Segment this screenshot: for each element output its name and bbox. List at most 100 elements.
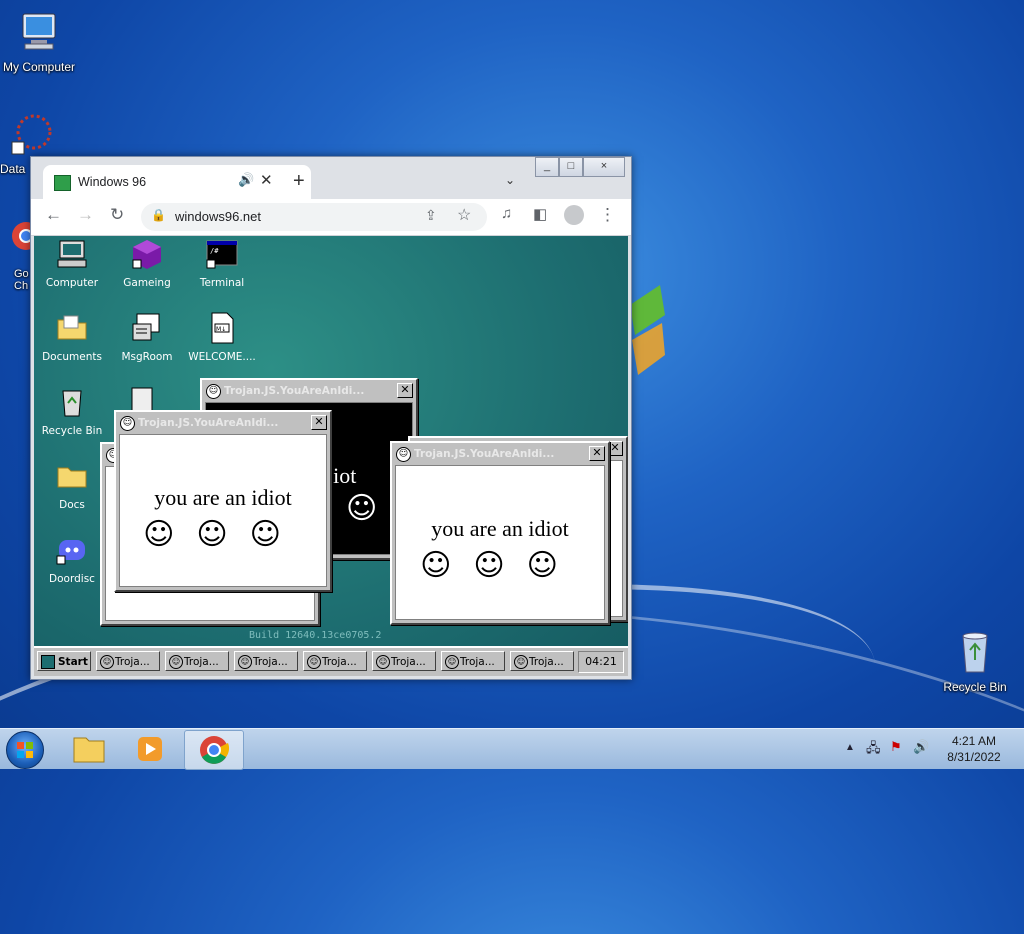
- clock-date: 8/31/2022: [947, 750, 1001, 764]
- task-label: Troja...: [460, 656, 495, 668]
- w96-icon-docs[interactable]: Docs: [34, 460, 110, 511]
- smiley-icon: ☺: [445, 655, 459, 669]
- smiley-icon: ☺: [238, 655, 252, 669]
- task-label: Troja...: [322, 656, 357, 668]
- dialog-titlebar[interactable]: ☺ Trojan.JS.YouAreAnIdi... ✕: [204, 382, 414, 400]
- volume-icon[interactable]: 🔊: [913, 739, 929, 755]
- dialog-body: you are an idiot ☺☺☺: [119, 434, 327, 587]
- network-icon[interactable]: 🖧: [866, 739, 881, 761]
- taskbar-explorer[interactable]: [60, 730, 118, 768]
- maximize-button[interactable]: □: [559, 157, 583, 177]
- taskbar-media-player[interactable]: [122, 730, 180, 768]
- w96-icon-label: Documents: [42, 351, 102, 363]
- smiley-row: ☺☺☺: [143, 517, 303, 552]
- w96-icon-recycle-bin[interactable]: Recycle Bin: [34, 386, 110, 437]
- w96-icon-label: Recycle Bin: [41, 425, 103, 437]
- start-orb-button[interactable]: [6, 731, 44, 769]
- desktop-icon-recycle-bin[interactable]: Recycle Bin: [932, 630, 1018, 694]
- windows96-favicon-icon: [54, 175, 71, 191]
- w96-task-item[interactable]: ☺ Troja...: [441, 651, 505, 671]
- dialog-titlebar[interactable]: ☺ Trojan.JS.YouAreAnIdi... ✕: [394, 445, 606, 463]
- show-hidden-icons-button[interactable]: ▲: [845, 742, 855, 753]
- computer-icon: [57, 240, 87, 268]
- bookmark-star-icon[interactable]: ☆: [457, 205, 471, 225]
- chrome-icon: [200, 736, 230, 764]
- lock-icon[interactable]: 🔒: [151, 208, 166, 222]
- menu-kebab-icon[interactable]: ⋮: [599, 205, 616, 225]
- speaker-icon[interactable]: 🔊: [238, 172, 254, 188]
- w96-icon-label: Doordisc: [49, 573, 95, 585]
- recycle-bin-icon: [962, 632, 988, 673]
- w96-taskbar: Start ☺ Troja... ☺ Troja... ☺ Troja... ☺ Tro…: [34, 646, 628, 676]
- folder-icon: [73, 737, 105, 763]
- w96-task-item[interactable]: ☺ Troja...: [234, 651, 298, 671]
- back-icon[interactable]: ←: [45, 205, 62, 225]
- windows96-desktop: Computer Gameing /# Terminal Documents M…: [34, 236, 628, 676]
- profile-avatar-icon[interactable]: [564, 205, 584, 225]
- w96-icon-gameing[interactable]: Gameing: [109, 238, 185, 289]
- address-bar[interactable]: 🔒 windows96.net ⇪ ☆: [141, 203, 487, 231]
- w96-icon-documents[interactable]: Documents: [34, 312, 110, 363]
- windows96-logo-icon: [41, 655, 55, 669]
- dialog-title: Trojan.JS.YouAreAnIdi...: [224, 385, 365, 397]
- close-window-button[interactable]: ×: [583, 157, 625, 177]
- side-panel-icon[interactable]: ◧: [533, 205, 547, 223]
- media-control-icon[interactable]: ♫: [501, 205, 512, 222]
- tab-bar: _ □ × Windows 96 🔊 ✕ + ⌄: [31, 157, 631, 199]
- w96-task-item[interactable]: ☺ Troja...: [96, 651, 160, 671]
- reload-icon[interactable]: ↻: [110, 205, 124, 225]
- w96-task-item[interactable]: ☺ Troja...: [303, 651, 367, 671]
- dialog-titlebar[interactable]: ☺ Trojan.JS.YouAreAnIdi... ✕: [118, 414, 328, 432]
- w96-icon-label: MsgRoom: [121, 351, 173, 363]
- taskbar-chrome[interactable]: [184, 730, 244, 770]
- build-label: Build 12640.13ce0705.2: [249, 630, 382, 641]
- browser-window: _ □ × Windows 96 🔊 ✕ + ⌄ ← → ↻ 🔒 windows…: [30, 156, 632, 680]
- tab-close-icon[interactable]: ✕: [260, 171, 273, 189]
- clock-time: 4:21 AM: [951, 734, 997, 748]
- url-text[interactable]: windows96.net: [175, 209, 261, 224]
- smiley-icon: ☺: [376, 655, 390, 669]
- new-tab-button[interactable]: +: [293, 170, 305, 193]
- minimize-button[interactable]: _: [535, 157, 559, 177]
- task-label: Troja...: [253, 656, 288, 668]
- w96-icon-msgroom[interactable]: MsgRoom: [109, 312, 185, 363]
- folder-icon: [57, 467, 87, 488]
- dialog-close-button[interactable]: ✕: [589, 446, 605, 461]
- dialog-title: Trojan.JS.YouAreAnIdi...: [414, 448, 555, 460]
- terminal-icon: /#: [206, 240, 238, 269]
- action-center-flag-icon[interactable]: ⚑: [890, 739, 902, 755]
- w96-icon-label: Docs: [59, 499, 85, 511]
- task-label: Troja...: [391, 656, 426, 668]
- w96-task-item[interactable]: ☺ Troja...: [510, 651, 574, 671]
- w96-icon-doordisc[interactable]: Doordisc: [34, 534, 110, 585]
- svg-text:/#: /#: [210, 247, 219, 255]
- data-shortcut-icon: [11, 114, 52, 155]
- smiley-icon: ☺: [169, 655, 183, 669]
- desktop-icon-my-computer[interactable]: My Computer: [0, 10, 82, 74]
- start-label: Start: [58, 656, 88, 668]
- dialog-message: you are an idiot: [431, 516, 569, 541]
- w96-task-item[interactable]: ☺ Troja...: [165, 651, 229, 671]
- w96-icon-label: Computer: [45, 277, 99, 289]
- idiot-dialog-front-left[interactable]: ☺ Trojan.JS.YouAreAnIdi... ✕ you are an …: [114, 410, 332, 592]
- discord-icon: [56, 540, 85, 565]
- w96-task-item[interactable]: ☺ Troja...: [372, 651, 436, 671]
- share-icon[interactable]: ⇪: [425, 207, 437, 224]
- dialog-body: you are an idiot ☺☺☺: [395, 465, 605, 620]
- dialog-close-button[interactable]: ✕: [311, 415, 327, 430]
- dialog-message: you are an idiot: [154, 485, 292, 510]
- recycle-bin-icon: [62, 390, 82, 417]
- dialog-close-button[interactable]: ✕: [397, 383, 413, 398]
- w96-icon-computer[interactable]: Computer: [34, 238, 110, 289]
- w96-start-button[interactable]: Start: [37, 651, 91, 671]
- w96-icon-terminal[interactable]: /# Terminal: [184, 238, 260, 289]
- forward-icon[interactable]: →: [77, 205, 94, 225]
- tab-search-chevron-icon[interactable]: ⌄: [505, 173, 515, 187]
- tab-windows96[interactable]: Windows 96 🔊 ✕: [43, 165, 311, 199]
- idiot-dialog-front-right[interactable]: ☺ Trojan.JS.YouAreAnIdi... ✕ you are an …: [390, 441, 610, 625]
- task-label: Troja...: [115, 656, 150, 668]
- smiley-icon: ☺: [206, 384, 221, 399]
- w96-icon-welcome[interactable]: M↓ WELCOME....: [184, 312, 260, 363]
- system-clock[interactable]: 4:21 AM 8/31/2022: [932, 733, 1016, 765]
- browser-toolbar: ← → ↻ 🔒 windows96.net ⇪ ☆ ♫ ◧ ⋮: [31, 199, 631, 236]
